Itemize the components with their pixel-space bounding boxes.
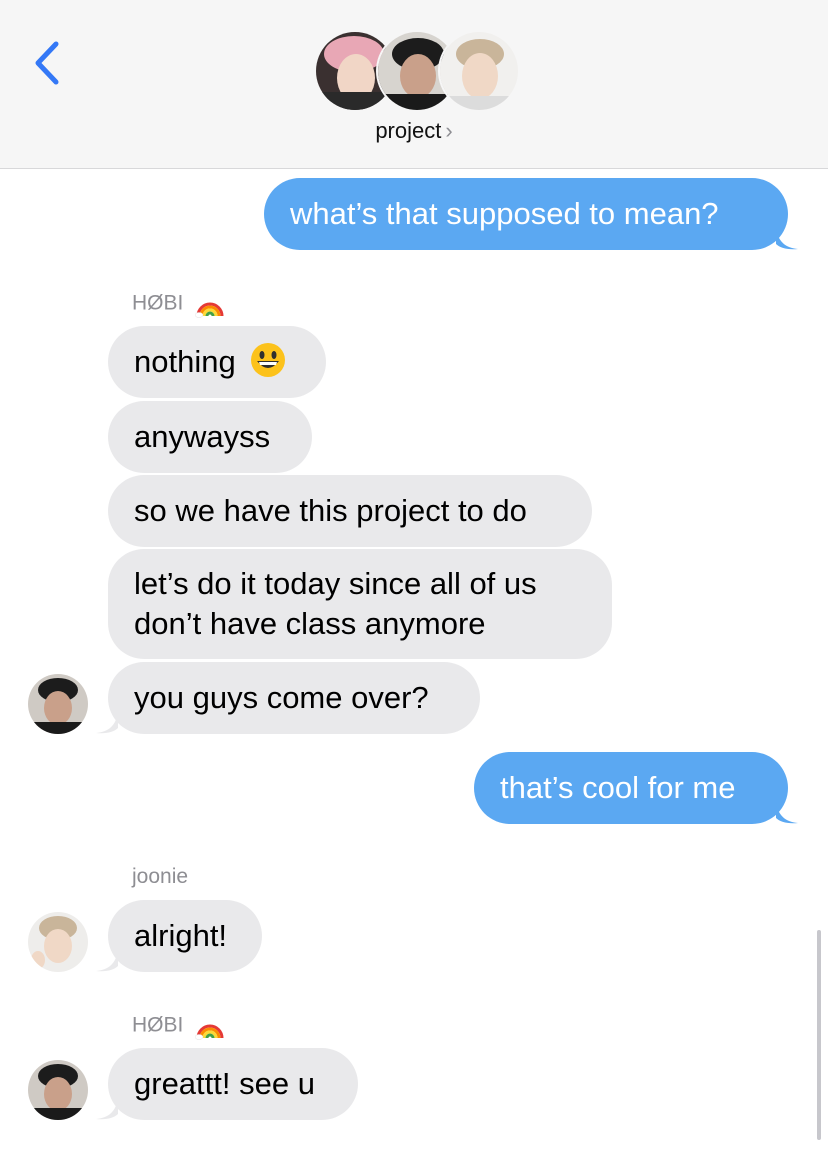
messages-screen: project › what’s that supposed to mean? H…	[0, 0, 828, 1153]
bubble-tail	[776, 802, 798, 824]
incoming-message-bubble[interactable]: alright!	[108, 900, 262, 972]
sender-avatar[interactable]	[28, 1060, 88, 1120]
message-text: anywayss	[134, 419, 271, 454]
incoming-message-bubble[interactable]: you guys come over?	[108, 662, 480, 734]
sender-name-label: HØBI	[132, 1013, 184, 1037]
message-text: you guys come over?	[134, 680, 429, 715]
sender-name: HØBI	[132, 290, 225, 318]
message-text: nothing	[134, 344, 236, 379]
back-button[interactable]	[28, 38, 68, 88]
chevron-left-icon	[35, 41, 59, 85]
message-text: alright!	[134, 918, 228, 953]
bubble-tail	[776, 228, 798, 250]
scrollbar[interactable]	[817, 930, 821, 1140]
conversation-header: project ›	[0, 0, 828, 169]
message-text: that’s cool for me	[500, 770, 736, 805]
bubble-tail	[96, 1098, 118, 1120]
group-title-label: project	[375, 118, 442, 143]
group-title[interactable]: project ›	[0, 118, 828, 144]
sender-name: HØBI	[132, 1012, 225, 1040]
message-text: greattt! see u	[134, 1066, 315, 1101]
sender-name-label: HØBI	[132, 291, 184, 315]
bubble-tail	[96, 950, 118, 972]
incoming-message-bubble[interactable]: anywayss	[108, 401, 312, 473]
sender-name: joonie	[132, 865, 188, 889]
rainbow-emoji-icon	[195, 1024, 224, 1040]
grinning-face-emoji-icon	[251, 343, 286, 377]
outgoing-message-bubble[interactable]: what’s that supposed to mean?	[264, 178, 788, 250]
sender-avatar[interactable]	[28, 912, 88, 972]
sender-avatar[interactable]	[28, 674, 88, 734]
bubble-tail	[96, 712, 118, 734]
message-text-line: let’s do it today since all of us	[134, 566, 537, 601]
incoming-message-bubble[interactable]: nothing	[108, 326, 326, 398]
chevron-right-icon: ›	[445, 118, 453, 143]
member-avatar	[438, 30, 520, 112]
rainbow-emoji-icon	[195, 302, 224, 318]
message-text: so we have this project to do	[134, 493, 527, 528]
message-text-line: don’t have class anymore	[134, 606, 486, 641]
incoming-message-bubble[interactable]: let’s do it today since all of us don’t …	[108, 549, 612, 659]
sender-name-label: joonie	[132, 865, 189, 888]
message-text: what’s that supposed to mean?	[290, 196, 719, 231]
group-avatars[interactable]	[314, 30, 520, 112]
outgoing-message-bubble[interactable]: that’s cool for me	[474, 752, 788, 824]
incoming-message-bubble[interactable]: so we have this project to do	[108, 475, 592, 547]
incoming-message-bubble[interactable]: greattt! see u	[108, 1048, 358, 1120]
